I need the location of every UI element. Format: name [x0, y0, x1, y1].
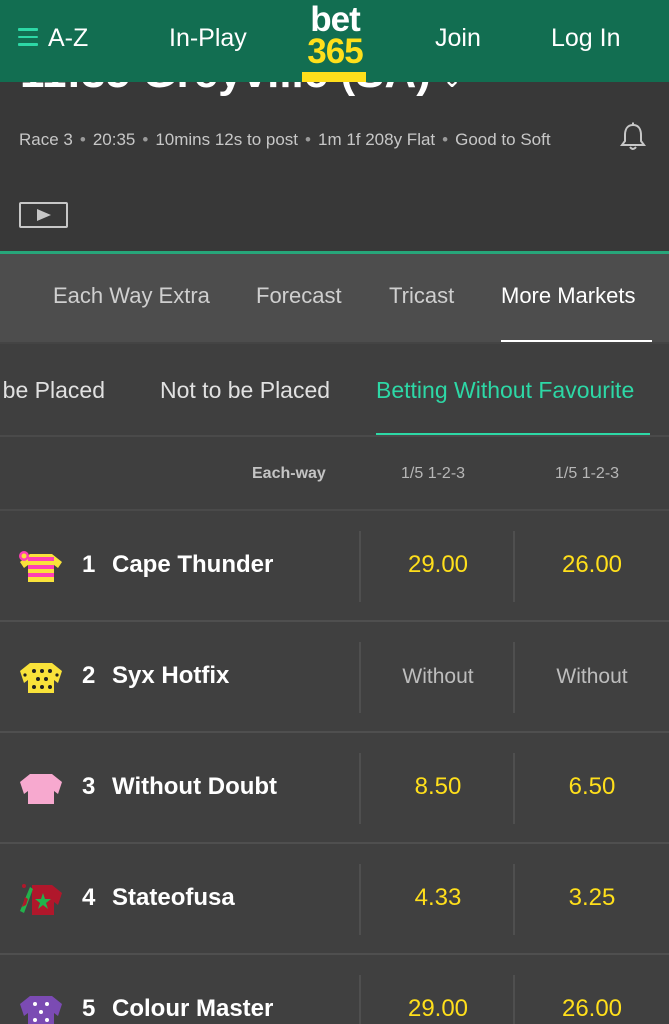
runner-name[interactable]: Colour Master — [112, 995, 273, 1023]
odds-unavailable-label: Without — [556, 665, 628, 688]
play-video-icon[interactable] — [19, 202, 68, 228]
race-time: 20:35 — [92, 130, 136, 149]
race-going: Good to Soft — [455, 130, 551, 149]
bell-icon[interactable] — [619, 122, 647, 152]
runner-row: 2 Syx Hotfix Without Without — [0, 622, 669, 733]
race-header: 11:35 Greyville (SA) ⌄ Race 3•20:35•10min… — [0, 82, 669, 252]
tab-tricast[interactable]: Tricast — [389, 283, 454, 309]
runner-name[interactable]: Without Doubt — [112, 773, 277, 801]
odds-button[interactable]: 4.33 — [362, 884, 514, 912]
runner-number: 1 — [82, 551, 96, 578]
tab-more-markets[interactable]: More Markets — [501, 283, 635, 309]
jockey-silk-icon — [18, 659, 64, 695]
odds-button[interactable]: 26.00 — [516, 995, 668, 1023]
sub-market-tabs: To be Placed Not to be Placed Betting Wi… — [0, 344, 669, 437]
logo-underline — [302, 72, 366, 82]
runner-number: 5 — [82, 995, 96, 1022]
subtab-to-be-placed[interactable]: To be Placed — [0, 377, 105, 404]
login-button[interactable]: Log In — [551, 0, 621, 76]
page-root: A-Z In-Play bet 365 Join Log In 11:35 Gr… — [0, 0, 669, 1024]
az-menu-link[interactable]: A-Z — [48, 0, 88, 76]
market-tabs: Each Way Extra Forecast Tricast More Mar… — [0, 254, 669, 344]
runner-name[interactable]: Stateofusa — [112, 884, 235, 912]
runner-number: 2 — [82, 662, 96, 689]
odds-button[interactable]: 8.50 — [362, 773, 514, 801]
column-separator — [359, 864, 361, 935]
column-headers: Each-way 1/5 1-2-3 1/5 1-2-3 — [0, 437, 669, 511]
runner-name[interactable]: Syx Hotfix — [112, 662, 229, 690]
hamburger-icon[interactable] — [18, 28, 38, 46]
runner-row: 4 Stateofusa 4.33 3.25 — [0, 844, 669, 955]
column-separator — [359, 531, 361, 602]
race-distance: 1m 1f 208y Flat — [317, 130, 436, 149]
odds-unavailable-label: Without — [402, 665, 474, 688]
runner-row: 5 Colour Master 29.00 26.00 — [0, 955, 669, 1024]
runner-row: 3 Without Doubt 8.50 6.50 — [0, 733, 669, 844]
column-separator — [359, 975, 361, 1024]
odds-button[interactable]: 29.00 — [362, 551, 514, 579]
runner-number: 3 — [82, 773, 96, 800]
subtab-not-to-be-placed[interactable]: Not to be Placed — [160, 377, 330, 404]
col1-header: 1/5 1-2-3 — [401, 465, 466, 482]
bet365-logo[interactable]: bet 365 — [300, 2, 370, 71]
jockey-silk-icon — [18, 548, 64, 584]
odds-button[interactable]: 26.00 — [516, 551, 668, 579]
subtab-betting-without-favourite[interactable]: Betting Without Favourite — [376, 377, 634, 404]
tab-each-way-extra[interactable]: Each Way Extra — [53, 283, 210, 309]
each-way-header: Each-way — [252, 465, 326, 482]
race-title-text: 11:35 Greyville (SA) — [20, 82, 431, 97]
join-button[interactable]: Join — [435, 0, 481, 76]
col2-header: 1/5 1-2-3 — [555, 465, 620, 482]
logo-text-bottom: 365 — [307, 32, 363, 71]
runner-number: 4 — [82, 884, 96, 911]
jockey-silk-icon — [18, 992, 64, 1024]
tab-forecast[interactable]: Forecast — [256, 283, 342, 309]
odds-button[interactable]: 29.00 — [362, 995, 514, 1023]
inplay-link[interactable]: In-Play — [169, 0, 247, 76]
runners-list: 1 Cape Thunder 29.00 26.00 2 Syx Hotfix — [0, 511, 669, 1024]
column-separator — [359, 753, 361, 824]
top-nav-bar: A-Z In-Play bet 365 Join Log In — [0, 0, 669, 82]
active-subtab-indicator — [376, 433, 650, 435]
race-number: Race 3 — [19, 130, 73, 149]
race-title[interactable]: 11:35 Greyville (SA) ⌄ — [20, 82, 461, 98]
odds-button[interactable]: 3.25 — [516, 884, 668, 912]
jockey-silk-icon — [18, 770, 64, 806]
runner-row: 1 Cape Thunder 29.00 26.00 — [0, 511, 669, 622]
race-info-line: Race 3 • 20:35 • 10mins 12s to post • 1m 1f 20… — [19, 130, 551, 149]
column-separator — [359, 642, 361, 713]
jockey-silk-icon — [18, 881, 64, 917]
chevron-down-icon[interactable]: ⌄ — [443, 82, 461, 92]
race-countdown: 10mins 12s to post — [155, 130, 299, 149]
runner-name[interactable]: Cape Thunder — [112, 551, 273, 579]
odds-button[interactable]: 6.50 — [516, 773, 668, 801]
active-tab-indicator — [501, 340, 652, 342]
